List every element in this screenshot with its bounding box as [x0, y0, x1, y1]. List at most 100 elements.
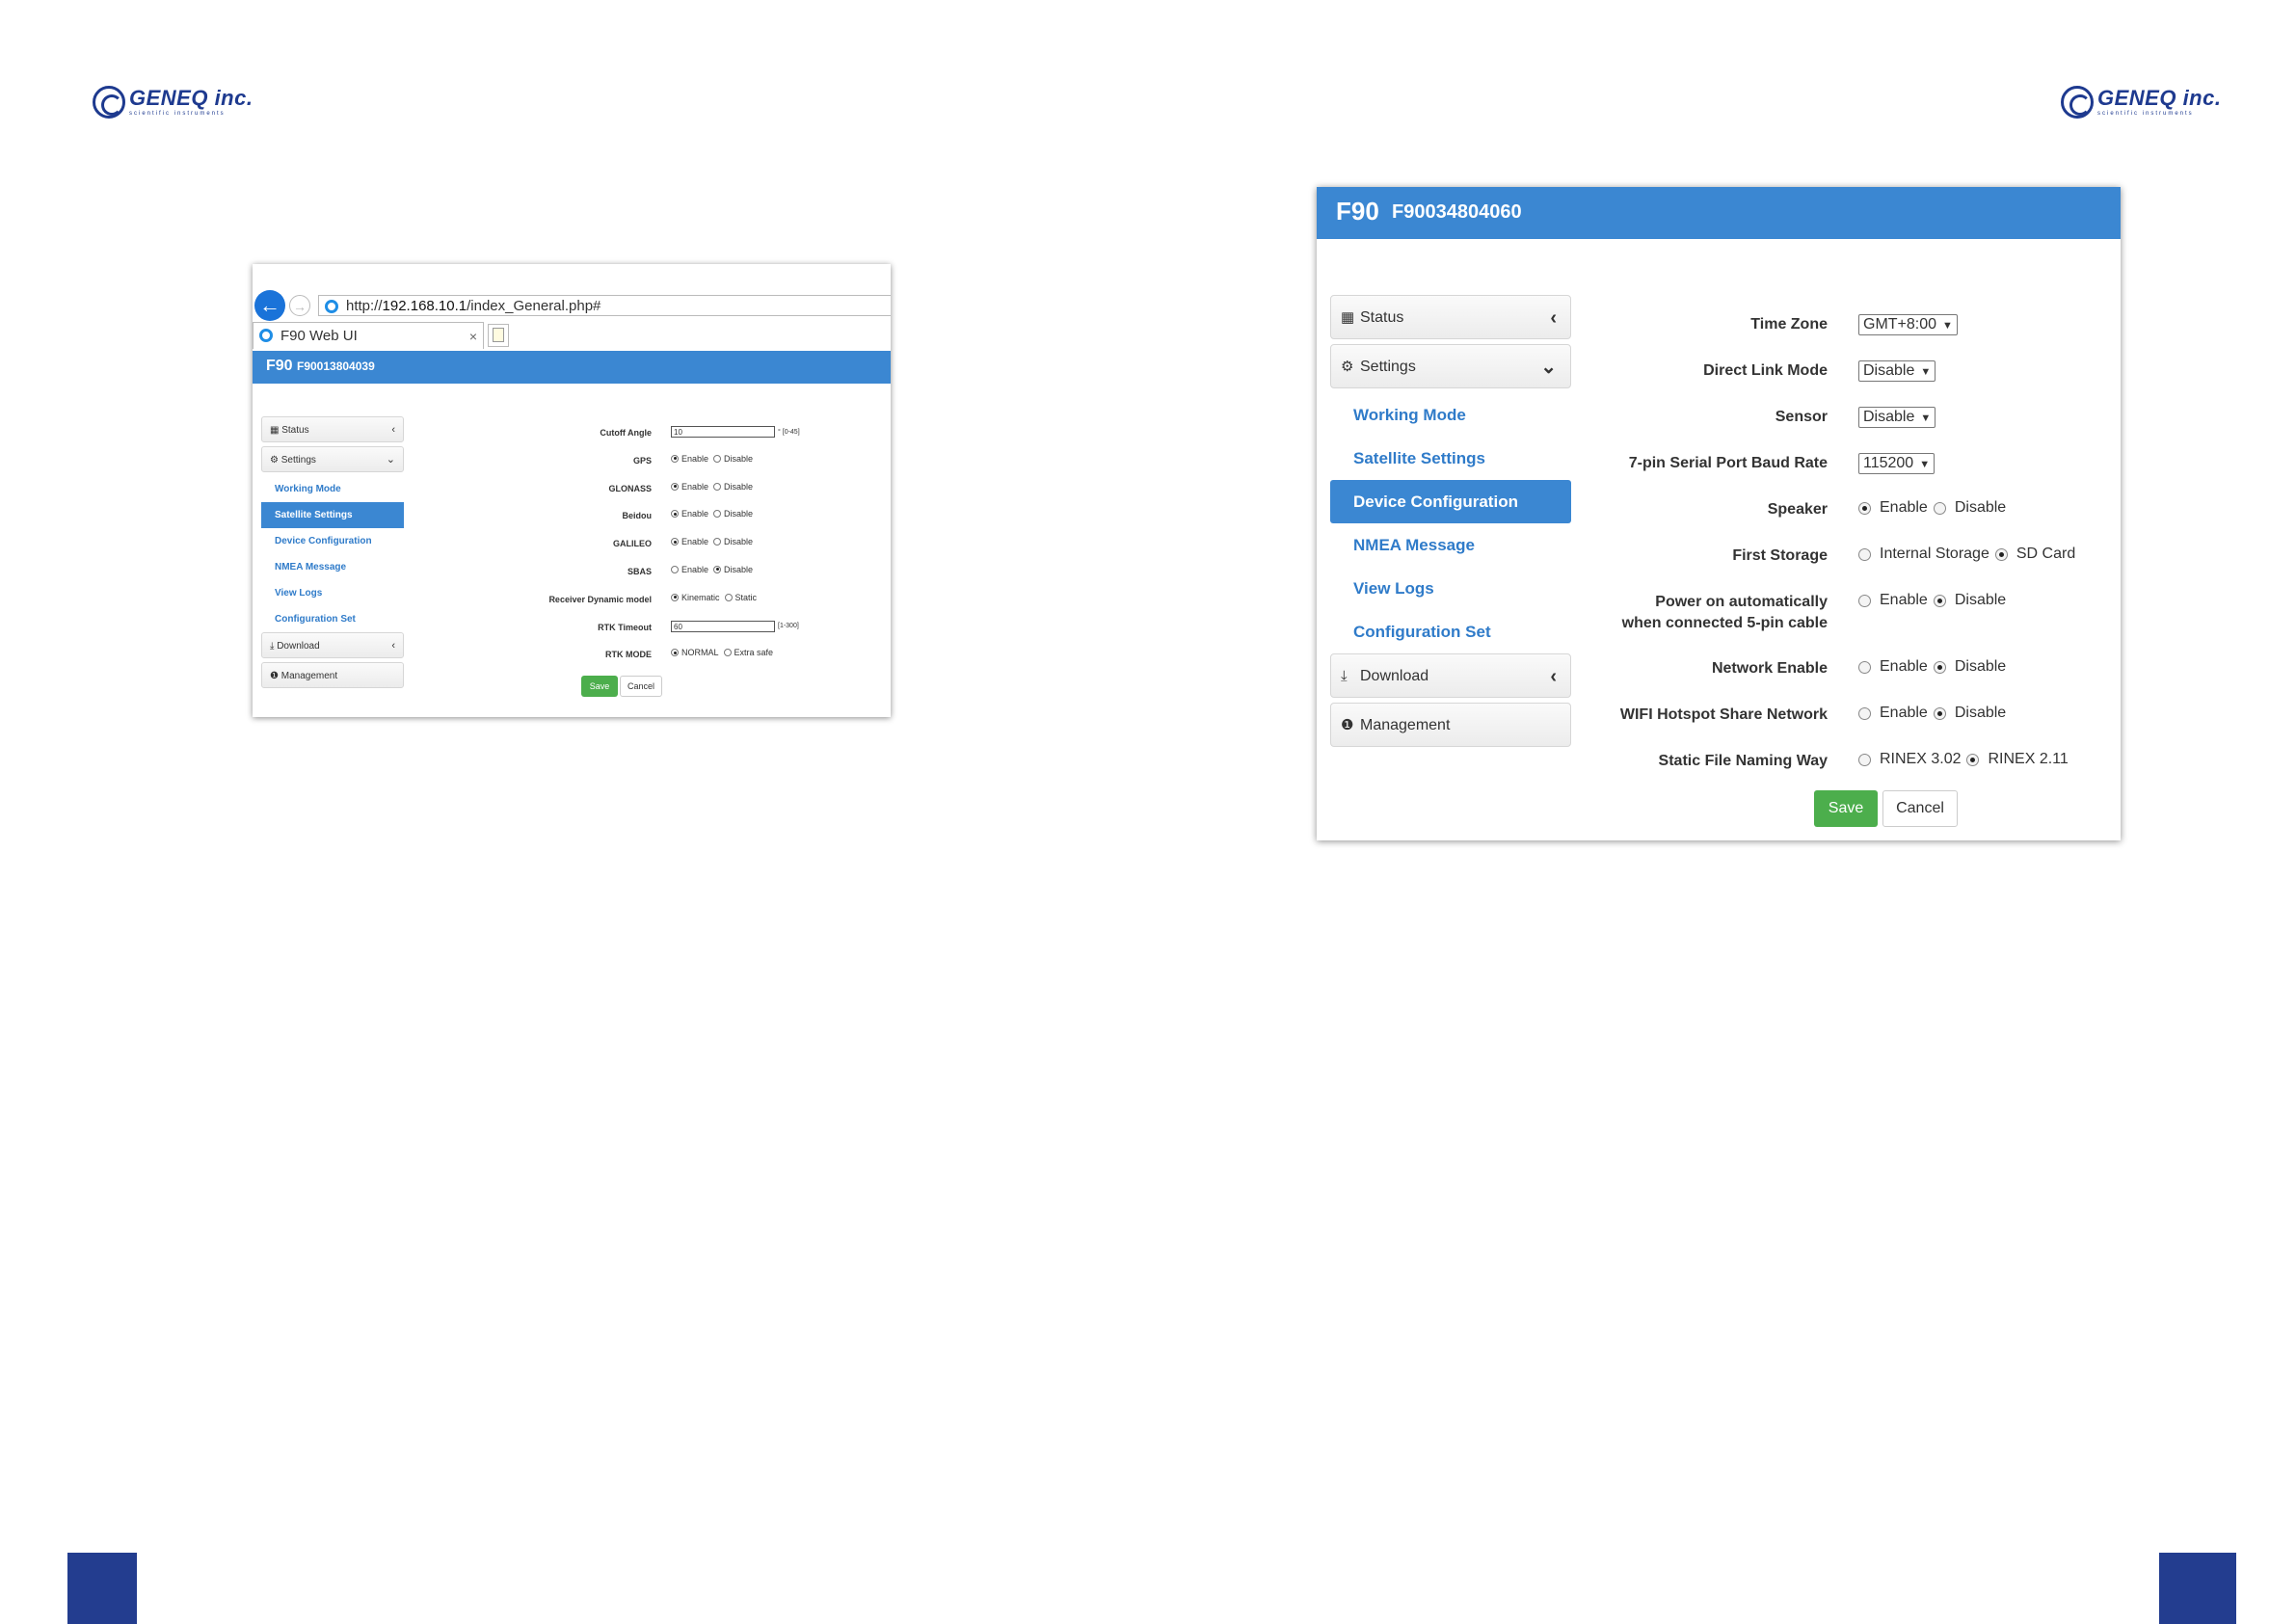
gps-disable-radio[interactable] — [713, 454, 722, 463]
cutoff-angle-label: Cutoff Angle — [600, 428, 652, 438]
static-radio[interactable] — [724, 593, 733, 601]
sd-card-label: SD Card — [2016, 546, 2076, 562]
rtk-timeout-input[interactable]: 60 — [671, 620, 775, 632]
sbas-enable-radio[interactable] — [671, 565, 679, 573]
extra-safe-radio[interactable] — [723, 649, 732, 657]
disable-label: Disable — [1954, 592, 2007, 608]
enable-label: Enable — [1880, 592, 1928, 608]
logo-tagline: scientific instruments — [2097, 111, 2194, 117]
sd-card-radio[interactable] — [1994, 547, 2008, 561]
galileo-disable-radio[interactable] — [713, 538, 722, 546]
address-bar[interactable]: http://192.168.10.1/index_General.php# — [318, 295, 891, 316]
dropdown-arrow-icon: ▼ — [1942, 320, 1953, 332]
logo-name: GENEQ inc. — [129, 86, 254, 110]
wifi-disable-radio[interactable] — [1933, 706, 1946, 720]
power-on-enable-radio[interactable] — [1858, 594, 1871, 607]
disable-label: Disable — [1954, 705, 2007, 721]
cancel-button[interactable]: Cancel — [620, 676, 662, 697]
tab-title: F90 Web UI — [280, 328, 358, 344]
kinematic-label: Kinematic — [681, 592, 720, 602]
gps-enable-radio[interactable] — [671, 454, 679, 463]
network-disable-radio[interactable] — [1933, 660, 1946, 674]
geneq-logo-icon — [93, 86, 125, 119]
form-row: GPS Enable Disable — [253, 450, 891, 478]
glonass-disable-radio[interactable] — [713, 482, 722, 491]
forward-arrow-icon[interactable]: → — [289, 295, 310, 316]
internal-storage-radio[interactable] — [1858, 547, 1871, 561]
sidebar-download[interactable]: ⤓ Download ‹ — [1330, 653, 1571, 698]
galileo-enable-radio[interactable] — [671, 538, 679, 546]
normal-radio[interactable] — [671, 649, 679, 657]
serial-number: F90034804060 — [1392, 201, 1522, 223]
rinex-302-label: RINEX 3.02 — [1880, 751, 1962, 767]
satellite-settings-screenshot: ← → http://192.168.10.1/index_General.ph… — [253, 264, 891, 717]
normal-label: NORMAL — [681, 648, 719, 658]
cutoff-angle-input[interactable]: 10 — [671, 426, 775, 438]
rinex-211-label: RINEX 2.11 — [1988, 751, 2069, 767]
rtk-mode-label: RTK MODE — [605, 650, 652, 660]
dashboard-icon: ▦ — [1341, 309, 1355, 326]
sidebar-item-nmea-message[interactable]: NMEA Message — [1330, 523, 1571, 567]
enable-label: Enable — [1880, 658, 1928, 675]
geneq-logo-icon — [2061, 86, 2094, 119]
sidebar-item-working-mode[interactable]: Working Mode — [1330, 393, 1571, 437]
url-host: 192.168.10.1 — [382, 298, 467, 314]
power-on-disable-radio[interactable] — [1933, 594, 1946, 607]
cancel-button[interactable]: Cancel — [1882, 790, 1958, 827]
kinematic-radio[interactable] — [671, 593, 679, 601]
disable-label: Disable — [724, 509, 754, 519]
rinex-211-radio[interactable] — [1966, 753, 1980, 766]
sidebar-item-configuration-set[interactable]: Configuration Set — [1330, 610, 1571, 653]
cutoff-angle-hint: ° [0-45] — [778, 428, 800, 436]
baud-rate-label: 7-pin Serial Port Baud Rate — [1628, 455, 1828, 471]
save-button[interactable]: Save — [581, 676, 618, 697]
direct-link-value: Disable — [1863, 362, 1915, 379]
app-header: F90 F90034804060 — [1317, 187, 2121, 239]
chevron-left-icon: ‹ — [1550, 307, 1557, 329]
sidebar-item-satellite-settings[interactable]: Satellite Settings — [1330, 437, 1571, 480]
galileo-label: GALILEO — [613, 539, 652, 549]
direct-link-select[interactable]: Disable ▼ — [1858, 360, 1936, 382]
logo-name: GENEQ inc. — [2097, 86, 2222, 110]
sidebar-management[interactable]: ❶ Management — [1330, 703, 1571, 747]
form-row: SBAS Enable Disable — [253, 561, 891, 589]
back-arrow-icon[interactable]: ← — [254, 290, 285, 321]
sensor-select[interactable]: Disable ▼ — [1858, 407, 1936, 428]
info-icon: ❶ — [1341, 717, 1354, 733]
sidebar-item-view-logs[interactable]: View Logs — [1330, 567, 1571, 610]
wifi-hotspot-label: WIFI Hotspot Share Network — [1619, 706, 1828, 723]
beidou-label: Beidou — [622, 511, 653, 521]
beidou-disable-radio[interactable] — [713, 510, 722, 519]
network-enable-radio[interactable] — [1858, 660, 1871, 674]
rinex-302-radio[interactable] — [1858, 753, 1871, 766]
disable-label: Disable — [1954, 658, 2007, 675]
file-naming-label: Static File Naming Way — [1658, 753, 1828, 769]
sbas-disable-radio[interactable] — [713, 565, 722, 573]
speaker-enable-radio[interactable] — [1858, 501, 1871, 515]
time-zone-value: GMT+8:00 — [1863, 316, 1937, 333]
download-icon: ⤓ — [1341, 668, 1348, 684]
sensor-value: Disable — [1863, 409, 1915, 425]
browser-tab[interactable]: F90 Web UI × — [253, 322, 484, 349]
internal-storage-label: Internal Storage — [1880, 546, 1989, 562]
sidebar-status[interactable]: ▦ Status ‹ — [1330, 295, 1571, 339]
baud-rate-select[interactable]: 115200 ▼ — [1858, 453, 1936, 474]
speaker-disable-radio[interactable] — [1933, 501, 1946, 515]
wifi-enable-radio[interactable] — [1858, 706, 1871, 720]
sidebar-item-device-configuration[interactable]: Device Configuration — [1330, 480, 1571, 523]
first-storage-label: First Storage — [1732, 547, 1828, 564]
close-icon[interactable]: × — [469, 323, 477, 350]
geneq-logo-left: GENEQ inc. scientific instruments — [93, 81, 253, 123]
save-button[interactable]: Save — [1814, 790, 1878, 827]
sidebar-settings[interactable]: ⚙ Settings ⌄ — [1330, 344, 1571, 388]
direct-link-label: Direct Link Mode — [1703, 362, 1828, 379]
beidou-enable-radio[interactable] — [671, 510, 679, 519]
form-row: GALILEO Enable Disable — [253, 533, 891, 561]
sidebar-settings-label: Settings — [1360, 359, 1416, 375]
time-zone-select[interactable]: GMT+8:00 ▼ — [1858, 314, 1958, 335]
new-tab-icon[interactable] — [488, 324, 509, 347]
glonass-enable-radio[interactable] — [671, 482, 679, 491]
satellite-settings-form: Cutoff Angle 10 ° [0-45] GPS Enable Disable … — [253, 422, 891, 672]
dropdown-arrow-icon: ▼ — [1920, 366, 1932, 378]
power-on-label-line2: when connected 5-pin cable — [1621, 615, 1828, 631]
